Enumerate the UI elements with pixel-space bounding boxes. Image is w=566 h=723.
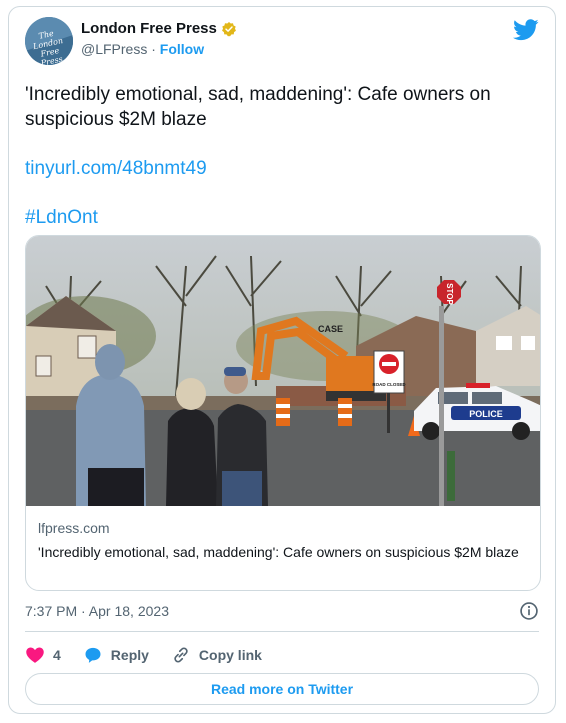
tweet-timestamp[interactable]: 7:37 PM · Apr 18, 2023 xyxy=(25,603,169,619)
svg-text:CASE: CASE xyxy=(318,324,343,334)
account-name[interactable]: London Free Press xyxy=(81,20,217,37)
article-photo[interactable]: CASE ROAD CLOSED POLICE STOP xyxy=(26,236,541,506)
avatar-logo-text: The London Free Press xyxy=(32,28,64,65)
link-domain[interactable]: lfpress.com xyxy=(38,520,528,536)
copy-link-label: Copy link xyxy=(198,647,262,663)
link-preview-card[interactable]: CASE ROAD CLOSED POLICE STOP lfpress.com… xyxy=(25,235,541,591)
copy-link-icon xyxy=(174,647,188,663)
reply-bubble-icon xyxy=(85,647,101,663)
reply-button[interactable]: Reply xyxy=(83,645,149,665)
handle-row: @LFPress · Follow xyxy=(81,41,204,57)
svg-text:STOP: STOP xyxy=(445,283,454,305)
action-bar: 4 Reply Copy link xyxy=(25,643,539,667)
heart-icon xyxy=(26,647,44,663)
link-title[interactable]: 'Incredibly emotional, sad, maddening': … xyxy=(38,542,528,562)
verified-badge-icon xyxy=(221,21,236,36)
tweet-link[interactable]: tinyurl.com/48bnmt49 xyxy=(25,158,207,179)
info-icon[interactable] xyxy=(519,601,539,621)
account-name-row[interactable]: London Free Press xyxy=(81,20,237,37)
link-preview-meta: lfpress.com 'Incredibly emotional, sad, … xyxy=(38,520,528,562)
svg-text:POLICE: POLICE xyxy=(469,409,503,419)
tweet-hashtag[interactable]: #LdnOnt xyxy=(25,207,98,228)
follow-button[interactable]: Follow xyxy=(160,41,204,57)
like-count: 4 xyxy=(53,647,61,663)
avatar[interactable]: The London Free Press xyxy=(25,17,73,65)
copy-link-button[interactable]: Copy link xyxy=(171,645,262,665)
twitter-bird-icon[interactable] xyxy=(513,19,539,41)
tweet-embed-card: The London Free Press London Free Press … xyxy=(8,6,556,714)
tweet-hashtag-para: #LdnOnt xyxy=(25,205,539,230)
tweet-link-para: tinyurl.com/48bnmt49 xyxy=(25,156,539,181)
separator-dot: · xyxy=(151,41,156,57)
tweet-text: 'Incredibly emotional, sad, maddening': … xyxy=(25,84,491,130)
tweet-body: 'Incredibly emotional, sad, maddening': … xyxy=(25,82,539,254)
tweet-header: The London Free Press London Free Press … xyxy=(25,17,539,73)
reply-label: Reply xyxy=(110,647,149,663)
svg-text:ROAD CLOSED: ROAD CLOSED xyxy=(372,382,406,387)
read-more-button[interactable]: Read more on Twitter xyxy=(25,673,539,705)
divider xyxy=(25,631,539,632)
account-handle[interactable]: @LFPress xyxy=(81,41,147,57)
like-button[interactable]: 4 xyxy=(25,645,61,665)
